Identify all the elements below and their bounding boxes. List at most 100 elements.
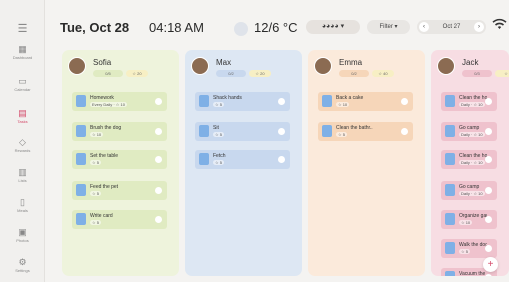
progress-badge: 0/2 (339, 70, 369, 77)
task-card[interactable]: Brush the dog ☆ 10 (72, 122, 167, 141)
task-meta: Daily · ☆ 10 (459, 191, 485, 196)
task-card[interactable]: Go camp Daily · ☆ 10 (441, 122, 497, 141)
date-nav-label[interactable]: Oct 27 (433, 20, 470, 34)
task-card[interactable]: Organize garage☆ 10 (441, 210, 497, 229)
task-meta: ☆ 5 (336, 132, 347, 137)
sidebar-item-label: Meals (17, 208, 28, 213)
progress-badge: 0/2 (216, 70, 246, 77)
document-icon (76, 153, 86, 165)
task-title: Homework (90, 95, 114, 101)
task-card[interactable]: Fetch ☆ 5 (195, 150, 290, 169)
task-checkbox[interactable] (485, 187, 492, 194)
current-time: 04:18 AM (149, 20, 204, 35)
task-checkbox[interactable] (485, 98, 492, 105)
current-date: Tue, Oct 28 (60, 20, 130, 35)
sidebar-item-calendar[interactable]: ▭ Calendar (0, 76, 45, 93)
task-card[interactable]: Homework Every Daily · ☆ 10 (72, 92, 167, 111)
sidebar-item-label: Calendar (14, 87, 31, 92)
task-checkbox[interactable] (401, 128, 408, 135)
rewards-icon: ◇ (19, 137, 26, 147)
task-card[interactable]: Back a cake ☆ 10 (318, 92, 413, 111)
task-card[interactable]: Sit ☆ 5 (195, 122, 290, 141)
task-card[interactable]: Set the table ☆ 5 (72, 150, 167, 169)
task-title: Fetch (213, 153, 226, 159)
sidebar-item-lists[interactable]: ▥ Lists (0, 167, 45, 184)
task-card[interactable]: Clean the bathr.. ☆ 5 (318, 122, 413, 141)
sidebar-item-meals[interactable]: ▯ Meals (0, 197, 45, 214)
sidebar-item-rewards[interactable]: ◇ Rewards (0, 137, 45, 154)
avatar[interactable] (314, 57, 332, 75)
document-icon (76, 213, 86, 225)
task-title: Feed the pet (90, 184, 119, 190)
task-checkbox[interactable] (485, 156, 492, 163)
task-checkbox[interactable] (155, 128, 162, 135)
member-selector[interactable]: ◕◕◕◕ ▾ (306, 20, 360, 34)
task-checkbox[interactable] (278, 156, 285, 163)
photos-icon: ▣ (18, 227, 27, 237)
prev-day-button[interactable]: ‹ (419, 22, 429, 32)
settings-icon: ⚙ (18, 257, 27, 267)
task-checkbox[interactable] (485, 128, 492, 135)
task-checkbox[interactable] (278, 128, 285, 135)
points-badge: ☆ 20 (126, 70, 148, 77)
task-title: Go camp (459, 184, 480, 190)
task-checkbox[interactable] (485, 245, 492, 252)
task-checkbox[interactable] (155, 216, 162, 223)
sidebar-item-photos[interactable]: ▣ Photos (0, 227, 45, 244)
task-card[interactable]: Clean the houseDaily · ☆ 10 (441, 150, 497, 169)
menu-icon[interactable]: ☰ (0, 22, 45, 35)
task-meta: ☆ 10 (90, 132, 104, 137)
sidebar-item-label: Settings (15, 268, 30, 273)
member-column: Sofia 0/5 ☆ 20 Homework Every Daily · ☆ 10 Br… (62, 50, 179, 276)
filter-button[interactable]: Filter ▾ (367, 20, 410, 34)
task-title: Set the table (90, 153, 119, 159)
add-task-button[interactable]: + (483, 257, 498, 272)
task-card[interactable]: Write card ☆ 5 (72, 210, 167, 229)
avatar[interactable] (437, 57, 455, 75)
avatar[interactable] (68, 57, 86, 75)
task-meta: Daily · ☆ 10 (459, 160, 485, 165)
task-meta: ☆ 5 (90, 160, 101, 165)
task-checkbox[interactable] (485, 216, 492, 223)
member-column: Emma 0/2 ☆ 40 Back a cake ☆ 10 Clean the bath… (308, 50, 425, 276)
task-checkbox[interactable] (278, 98, 285, 105)
sidebar-item-dashboard[interactable]: ▦ Dashboard (0, 44, 45, 61)
sidebar-item-settings[interactable]: ⚙ Settings (0, 257, 45, 274)
task-title: Write card (90, 213, 113, 219)
task-meta: ☆ 5 (90, 220, 101, 225)
document-icon (445, 153, 455, 165)
task-card[interactable]: Clean the houseDaily · ☆ 10 (441, 92, 497, 111)
task-title: Shack hands (213, 95, 242, 101)
task-card[interactable]: Shack hands ☆ 5 (195, 92, 290, 111)
document-icon (445, 213, 455, 225)
task-title: Brush the dog (90, 125, 122, 131)
task-card[interactable]: Feed the pet ☆ 5 (72, 181, 167, 200)
task-checkbox[interactable] (155, 156, 162, 163)
avatar[interactable] (191, 57, 209, 75)
task-checkbox[interactable] (155, 98, 162, 105)
document-icon (322, 125, 332, 137)
task-title: Clean the bathr.. (336, 125, 373, 131)
meals-icon: ▯ (20, 197, 25, 207)
task-title: Back a cake (336, 95, 364, 101)
sidebar-item-label: Lists (18, 178, 27, 183)
document-icon (445, 242, 455, 254)
task-meta: ☆ 5 (213, 132, 224, 137)
task-title: Sit (213, 125, 219, 131)
points-badge: ☆ 20 (249, 70, 271, 77)
task-title: Go camp (459, 125, 480, 131)
task-card[interactable]: Go camp Daily · ☆ 10 (441, 181, 497, 200)
task-title: Walk the dog (459, 242, 487, 248)
task-checkbox[interactable] (155, 187, 162, 194)
document-icon (445, 184, 455, 196)
task-checkbox[interactable] (401, 98, 408, 105)
task-title: Clean the house (459, 153, 487, 159)
next-day-button[interactable]: › (474, 22, 484, 32)
task-card[interactable]: Walk the dog ☆ 5 (441, 239, 497, 258)
progress-badge: 0/3 (462, 70, 492, 77)
task-meta: ☆ 5 (213, 160, 224, 165)
sidebar-item-tasks[interactable]: ▤ Tasks (0, 108, 45, 125)
task-checkbox[interactable] (485, 274, 492, 276)
task-meta: ☆ 10 (459, 220, 473, 225)
progress-badge: 0/5 (93, 70, 123, 77)
